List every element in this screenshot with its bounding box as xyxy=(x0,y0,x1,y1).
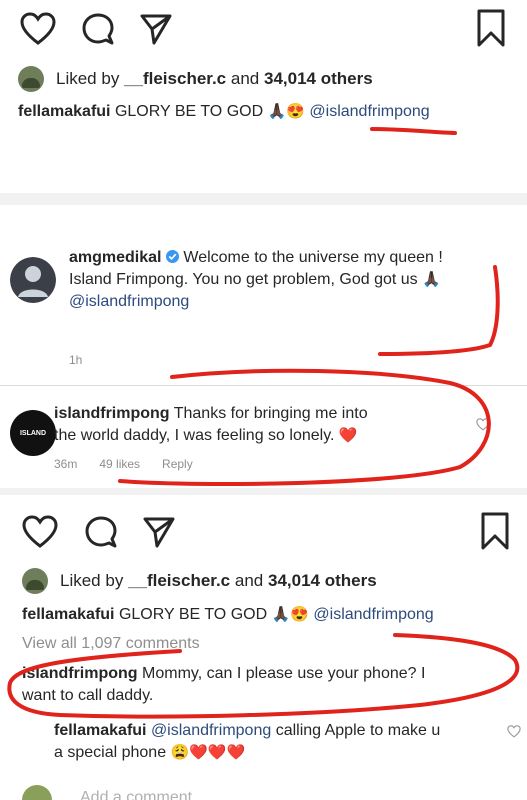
share-icon[interactable] xyxy=(139,12,173,46)
comment-text-line1: Thanks for bringing me into xyxy=(173,405,368,422)
view-all-comments-link[interactable]: View all 1,097 comments xyxy=(22,635,200,653)
caption-emoji: 🙏🏿😍 xyxy=(271,606,309,623)
comment-mention[interactable]: @islandfrimpong xyxy=(69,293,189,310)
comment-user[interactable]: islandfrimpong xyxy=(22,665,138,682)
comment-islandfrimpong: islandfrimpong Thanks for bringing me in… xyxy=(54,403,494,447)
avatar[interactable]: ISLAND xyxy=(10,410,56,456)
liked-by-count[interactable]: 34,014 others xyxy=(268,571,377,591)
comment-amgmedikal: amgmedikal Welcome to the universe my qu… xyxy=(69,247,509,313)
liked-by-prefix: Liked by xyxy=(56,69,120,88)
bookmark-icon[interactable] xyxy=(480,511,510,551)
liked-by-row: Liked by __fleischer.c and 34,014 others xyxy=(22,568,377,594)
comment-time: 1h xyxy=(69,353,83,367)
caption-text: GLORY BE TO GOD xyxy=(118,606,268,623)
comment-time: 36m xyxy=(54,457,78,471)
comment-islandfrimpong: islandfrimpong Mommy, can I please use y… xyxy=(22,663,492,707)
avatar-label: ISLAND xyxy=(19,429,47,437)
avatar[interactable] xyxy=(18,66,44,92)
post-actions-top: Liked by __fleischer.c and 34,014 others… xyxy=(0,0,527,205)
comment-text-line2: Island Frimpong. You no get problem, God… xyxy=(69,271,418,288)
comment-user[interactable]: amgmedikal xyxy=(69,249,161,266)
liked-by-prefix: Liked by xyxy=(60,571,124,590)
add-comment-input[interactable]: Add a comment... xyxy=(80,789,205,800)
caption-mention[interactable]: @islandfrimpong xyxy=(309,103,429,120)
comment-likes[interactable]: 49 likes xyxy=(99,457,140,471)
comment-user[interactable]: islandfrimpong xyxy=(54,405,170,422)
share-icon[interactable] xyxy=(142,515,176,549)
comment-emoji: 🙏🏿 xyxy=(422,271,441,288)
liked-by-user[interactable]: __fleischer.c xyxy=(124,69,226,89)
liked-by-and: and xyxy=(234,571,264,590)
verified-badge-icon xyxy=(165,250,179,263)
heart-icon[interactable] xyxy=(20,12,56,46)
caption-emoji: 🙏🏿😍 xyxy=(267,103,305,120)
comment-fellamakafui: fellamakafui @islandfrimpong calling App… xyxy=(54,720,494,764)
comment-mention[interactable]: @islandfrimpong xyxy=(151,722,271,739)
comment-icon[interactable] xyxy=(81,12,115,46)
comments-panel: amgmedikal Welcome to the universe my qu… xyxy=(0,205,527,495)
comment-text-line2: a special phone xyxy=(54,744,167,761)
bookmark-icon[interactable] xyxy=(476,8,506,48)
comment-user[interactable]: fellamakafui xyxy=(54,722,146,739)
heart-icon[interactable] xyxy=(22,515,58,549)
caption-user[interactable]: fellamakafui xyxy=(22,606,114,623)
caption-user[interactable]: fellamakafui xyxy=(18,103,110,120)
comment-like-heart-icon[interactable] xyxy=(476,418,490,431)
comment-like-heart-icon[interactable] xyxy=(507,725,521,738)
comment-text-line1: Welcome to the universe my queen ! xyxy=(183,249,443,266)
caption-mention[interactable]: @islandfrimpong xyxy=(313,606,433,623)
liked-by-user[interactable]: __fleischer.c xyxy=(128,571,230,591)
liked-by-and: and xyxy=(230,69,260,88)
comment-emoji: ❤️ xyxy=(338,427,358,444)
reply-link[interactable]: Reply xyxy=(162,457,193,471)
comment-text-line2: the world daddy, I was feeling so lonely… xyxy=(54,427,335,444)
post-actions-bottom: Liked by __fleischer.c and 34,014 others… xyxy=(0,495,527,800)
comment-text-line1: calling Apple to make u xyxy=(275,722,441,739)
comment-separator xyxy=(0,385,527,386)
avatar[interactable] xyxy=(22,568,48,594)
post-caption: fellamakafui GLORY BE TO GOD 🙏🏿😍 @island… xyxy=(22,605,434,624)
post-caption: fellamakafui GLORY BE TO GOD 🙏🏿😍 @island… xyxy=(18,102,430,121)
avatar[interactable] xyxy=(10,257,56,303)
comment-text-line2: want to call daddy. xyxy=(22,687,154,704)
avatar xyxy=(22,785,52,800)
liked-by-count[interactable]: 34,014 others xyxy=(264,69,373,89)
liked-by-row: Liked by __fleischer.c and 34,014 others xyxy=(18,66,373,92)
comment-emoji: 😩❤️❤️❤️ xyxy=(170,744,246,761)
comment-meta-row: 36m 49 likes Reply xyxy=(54,457,193,471)
caption-text: GLORY BE TO GOD xyxy=(114,103,264,120)
comment-icon[interactable] xyxy=(84,515,118,549)
comment-text-line1: Mommy, can I please use your phone? I xyxy=(142,665,426,682)
